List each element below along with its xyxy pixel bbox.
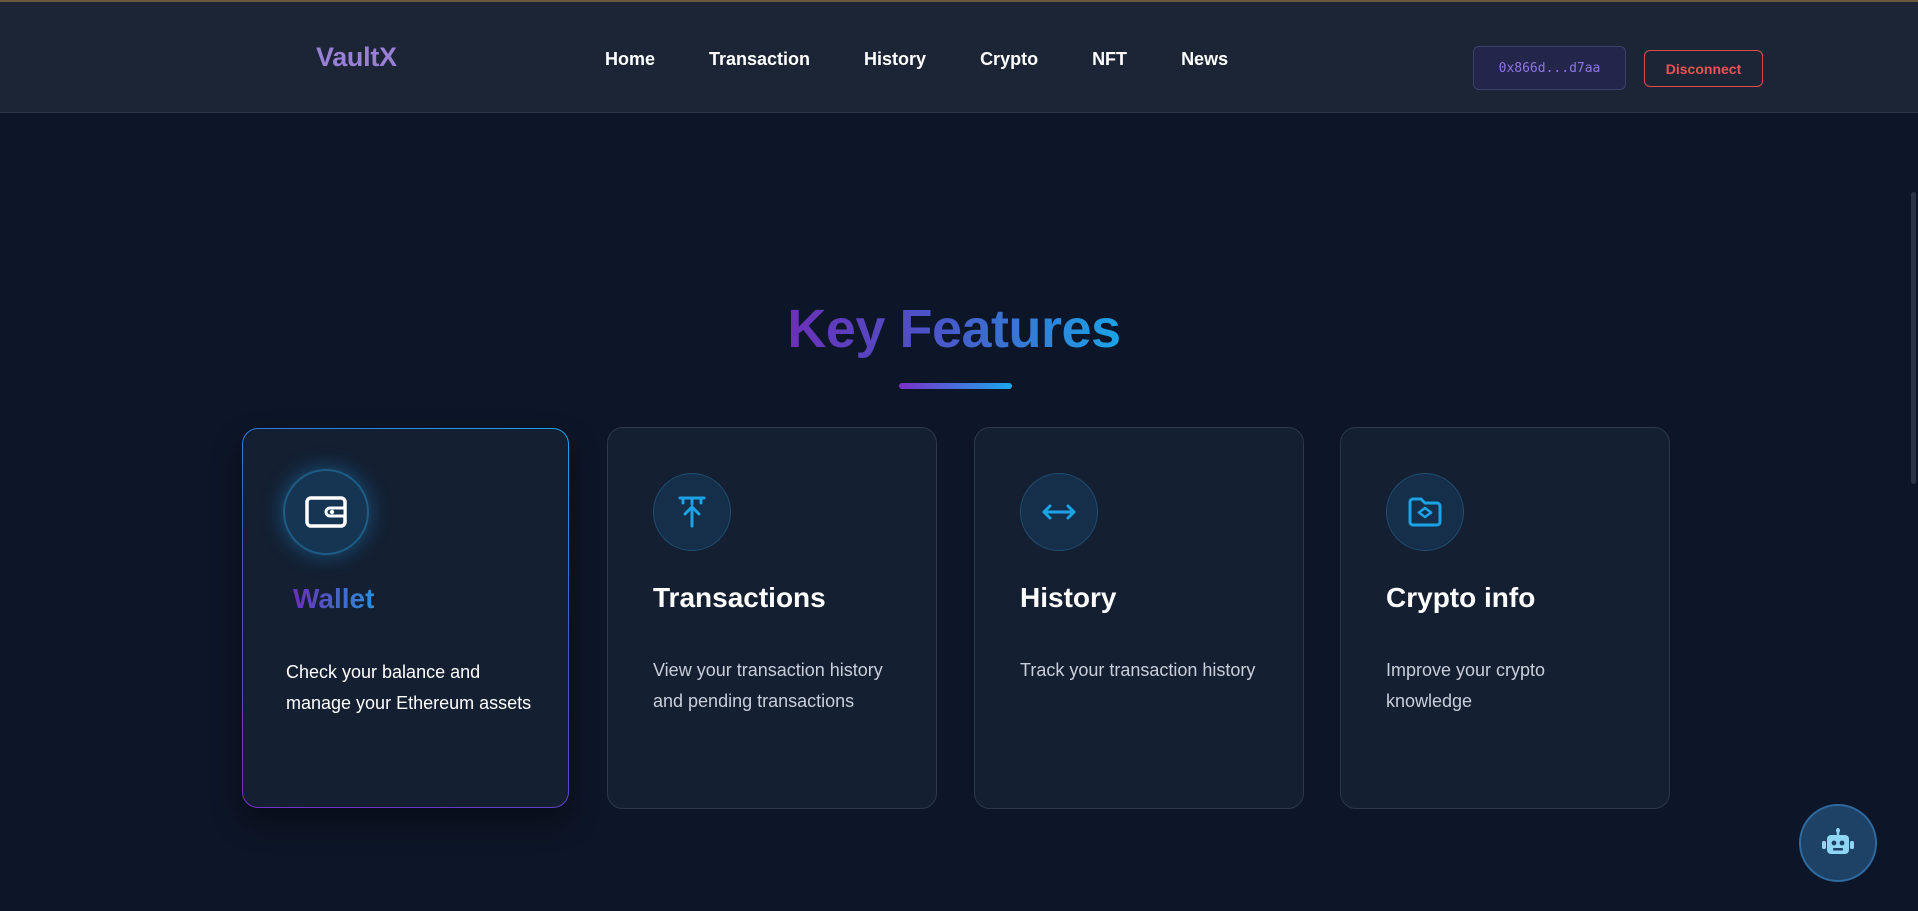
feature-card-transactions[interactable]: Transactions View your transaction histo… [607,427,937,809]
nav-link-nft[interactable]: NFT [1092,49,1127,70]
wallet-address-badge[interactable]: 0x866d...d7aa [1473,46,1626,90]
section-title: Key Features [0,298,1908,360]
feature-card-history[interactable]: History Track your transaction history [974,427,1304,809]
nav-link-crypto[interactable]: Crypto [980,49,1038,70]
arrows-left-right-icon [1020,473,1098,551]
feature-card-wallet[interactable]: Wallet Check your balance and manage you… [242,428,569,808]
feature-card-title: Transactions [653,582,826,613]
section-title-text: Key Features [787,299,1121,359]
upload-arrow-icon [653,473,731,551]
feature-card-crypto-info[interactable]: Crypto info Improve your crypto knowledg… [1340,427,1670,809]
navbar: VaultX Home Transaction History Crypto N… [0,2,1918,113]
feature-card-description: View your transaction history and pendin… [653,660,883,711]
wallet-icon [283,469,369,555]
logo[interactable]: VaultX [316,42,397,73]
nav-link-home[interactable]: Home [605,49,655,70]
feature-card-description: Check your balance and manage your Ether… [286,662,532,713]
title-underline [899,383,1012,389]
feature-card-title: Crypto info [1386,582,1536,613]
nav-link-history[interactable]: History [864,49,926,70]
nav-links: Home Transaction History Crypto NFT News [605,49,1282,70]
feature-card-description: Track your transaction history [1020,660,1256,680]
folder-icon [1386,473,1464,551]
robot-icon [1822,828,1854,854]
nav-link-transaction[interactable]: Transaction [709,49,810,70]
disconnect-button[interactable]: Disconnect [1644,50,1763,87]
feature-card-title: Wallet [293,583,375,614]
feature-card-description: Improve your crypto knowledge [1386,660,1546,711]
nav-link-news[interactable]: News [1181,49,1228,70]
scrollbar-thumb[interactable] [1911,192,1916,484]
feature-card-title: History [1020,582,1117,613]
chatbot-button[interactable] [1799,804,1877,882]
